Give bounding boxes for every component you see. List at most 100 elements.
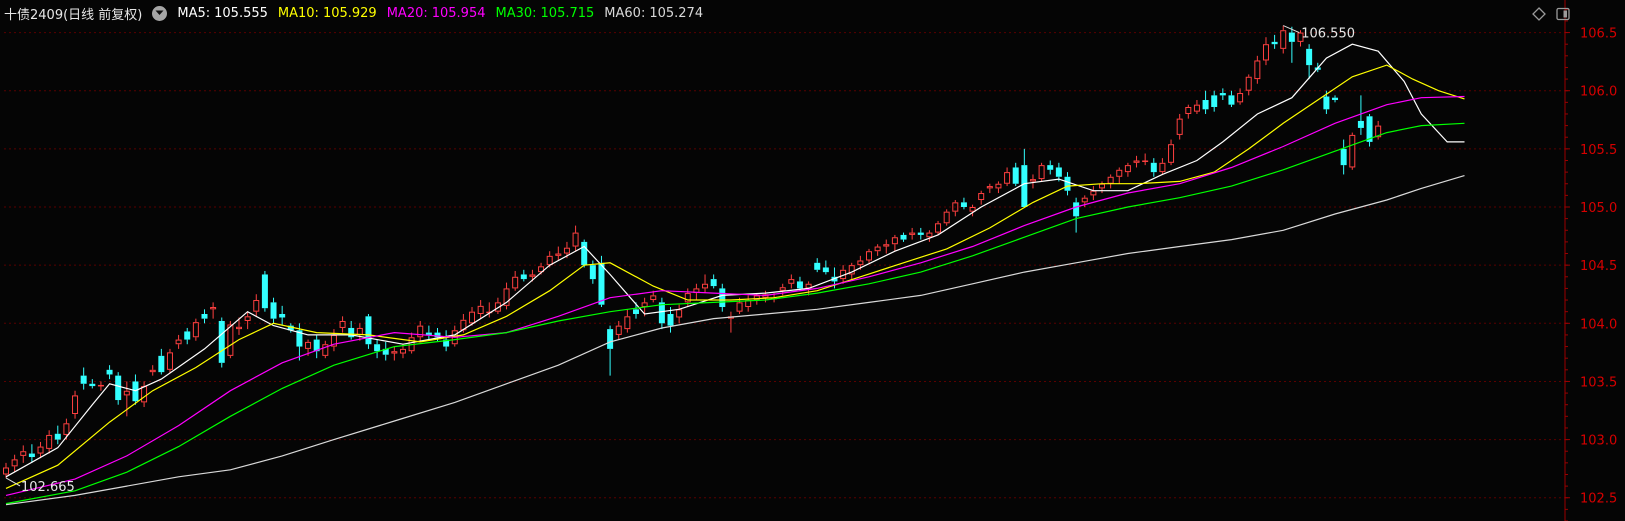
candle-body — [710, 279, 717, 287]
candle — [814, 258, 821, 273]
diamond-icon[interactable] — [1532, 6, 1546, 21]
ma-legend-ma20: MA20: 105.954 — [387, 6, 486, 21]
candle — [158, 348, 165, 375]
candle-body — [935, 223, 942, 233]
candle — [374, 339, 381, 359]
candle-body — [615, 325, 622, 335]
candle-body — [1176, 118, 1183, 135]
kline-chart[interactable]: 106.550 102.665 106.5 106.0 105.5 105.0 104.5… — [0, 0, 1625, 521]
candle — [1090, 186, 1097, 201]
candle-body — [874, 246, 881, 252]
candle-body — [1029, 179, 1036, 182]
candle — [1073, 197, 1080, 233]
candle-body — [589, 265, 596, 280]
candle — [210, 302, 217, 319]
candle-body — [1193, 104, 1200, 112]
candle-body — [89, 383, 96, 387]
collapse-toggle-icon[interactable] — [152, 5, 168, 21]
candle — [106, 365, 113, 380]
ma-legend: MA5: 105.555 MA10: 105.929 MA20: 105.954 MA30:… — [177, 6, 703, 21]
candle-body — [244, 316, 251, 321]
candle-body — [917, 232, 924, 235]
candle-body — [469, 311, 476, 324]
panel-toggle-icon[interactable] — [1556, 6, 1570, 21]
y-tick-label: 106.5 — [1580, 27, 1617, 42]
candle — [969, 204, 976, 217]
candle — [607, 325, 614, 376]
candle — [417, 320, 424, 342]
candle-body — [175, 339, 182, 345]
candle — [1064, 172, 1071, 196]
candle-layer — [3, 25, 1382, 478]
candle-body — [1073, 202, 1080, 217]
candle — [89, 379, 96, 389]
y-tick-label: 104.5 — [1580, 259, 1617, 274]
candle — [253, 294, 260, 317]
candle-body — [477, 305, 484, 314]
candle — [986, 183, 993, 194]
candle-body — [97, 384, 104, 387]
candle — [1332, 95, 1339, 103]
candle-body — [1090, 190, 1097, 196]
candle — [218, 317, 225, 368]
ma-legend-label: MA10: — [277, 5, 319, 21]
candle-body — [210, 307, 217, 310]
candle — [1349, 132, 1356, 170]
ma-legend-value: 105.274 — [649, 5, 704, 21]
ma-legend-ma10: MA10: 105.929 — [278, 6, 377, 21]
candle — [581, 239, 588, 268]
candle-body — [236, 326, 243, 330]
candle — [1245, 74, 1252, 96]
candle — [1254, 55, 1261, 84]
candle-body — [676, 309, 683, 318]
candle-body — [20, 451, 27, 456]
candle — [1004, 167, 1011, 187]
candle-body — [132, 381, 139, 402]
candle-body — [822, 267, 829, 273]
candle — [935, 220, 942, 235]
candle — [1340, 139, 1347, 175]
candle-body — [261, 274, 268, 309]
candle — [192, 318, 199, 341]
ma-line-ma20 — [5, 95, 1465, 496]
candle-body — [1107, 176, 1114, 184]
candle-body — [814, 262, 821, 270]
ma-legend-ma30: MA30: 105.715 — [496, 6, 595, 21]
kline-chart-canvas[interactable]: 106.550 102.665 106.5 106.0 105.5 105.0 104.5… — [0, 0, 1625, 521]
candle-body — [72, 395, 79, 415]
candle — [952, 200, 959, 217]
candle-body — [3, 467, 9, 475]
candle-body — [305, 341, 312, 349]
candle-body — [141, 386, 148, 403]
candle-body — [1047, 165, 1054, 170]
candle-body — [80, 375, 87, 384]
y-tick-label: 103.0 — [1580, 434, 1617, 449]
candle — [702, 274, 709, 294]
candle-body — [1133, 160, 1140, 163]
candle — [494, 297, 501, 314]
candle-body — [123, 390, 130, 396]
candle — [80, 367, 87, 390]
candle-body — [1228, 95, 1235, 105]
y-tick-label: 105.5 — [1580, 143, 1617, 158]
candle-body — [1159, 162, 1166, 173]
candle — [1029, 174, 1036, 189]
y-tick-label: 102.5 — [1580, 492, 1617, 507]
candle-body — [995, 183, 1002, 189]
candle-body — [1081, 197, 1088, 203]
candle-body — [1237, 93, 1244, 103]
candle-body — [1004, 172, 1011, 184]
ma-legend-value: 105.555 — [214, 5, 268, 21]
candle — [477, 300, 484, 319]
candle — [1150, 158, 1157, 177]
candle — [339, 316, 346, 333]
candle-body — [63, 423, 70, 435]
candle-body — [1280, 30, 1287, 49]
candle-body — [339, 320, 346, 328]
candle-body — [943, 211, 950, 224]
candle-body — [1124, 165, 1131, 173]
candle-body — [667, 313, 674, 326]
candle — [486, 302, 493, 318]
candle-body — [1064, 176, 1071, 191]
candle-body — [555, 253, 562, 256]
